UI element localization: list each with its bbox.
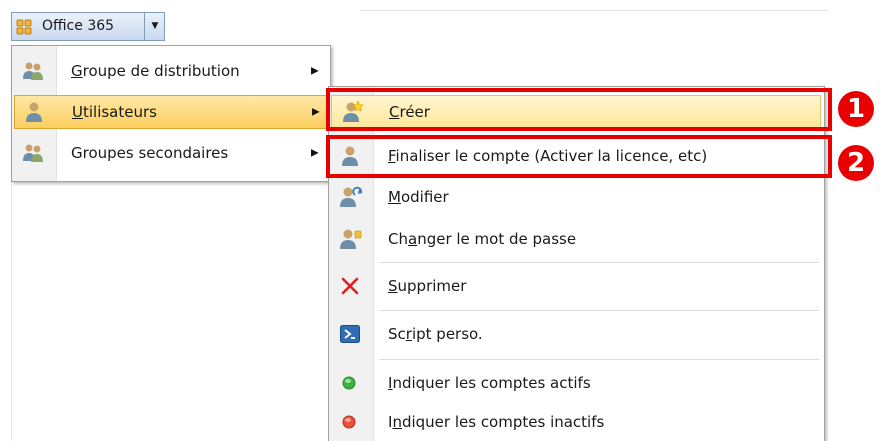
user-icon [342, 146, 358, 166]
menu-item-indiquer-comptes-actifs[interactable]: Indiquer les comptes actifs [331, 366, 821, 400]
menu-item-groupe-de-distribution[interactable]: Groupe de distribution ▶ [14, 54, 328, 88]
utilisateurs-submenu: Créer Finaliser le compte (Activer la li… [328, 86, 825, 441]
annotation-badge-2: 2 [838, 145, 874, 181]
group-users-icon [23, 62, 43, 80]
menu-item-label: Supprimer [388, 277, 467, 295]
delete-x-icon [341, 277, 359, 295]
menu-item-groupes-secondaires[interactable]: Groupes secondaires ▶ [14, 136, 328, 170]
chevron-down-icon[interactable]: ▼ [147, 19, 163, 34]
chevron-right-icon: ▶ [311, 65, 319, 77]
menu-separator [379, 310, 819, 311]
menu-item-modifier[interactable]: Modifier [331, 180, 821, 214]
menu-item-utilisateurs[interactable]: Utilisateurs ▶ [14, 95, 328, 129]
menu-separator [379, 359, 819, 360]
menu-item-script-perso[interactable]: Script perso. [331, 317, 821, 351]
menu-item-changer-le-mot-de-passe[interactable]: Changer le mot de passe [331, 222, 821, 256]
user-edit-icon [340, 186, 363, 207]
annotation-badge-1: 1 [838, 91, 874, 127]
powershell-script-icon [340, 325, 360, 343]
window-left-border [11, 180, 12, 441]
menu-item-label: Modifier [388, 188, 449, 206]
menu-item-supprimer[interactable]: Supprimer [331, 269, 821, 303]
red-dot-icon [342, 415, 356, 429]
user-new-icon [343, 100, 364, 122]
menu-item-label: Groupe de distribution [71, 62, 240, 80]
menu-item-indiquer-comptes-inactifs[interactable]: Indiquer les comptes inactifs [331, 405, 821, 439]
user-icon [26, 102, 42, 122]
menu-item-label: Changer le mot de passe [388, 230, 577, 248]
user-key-icon [340, 229, 362, 249]
office365-dropdown-button[interactable]: Office 365 ▼ [11, 12, 165, 41]
menu-item-label: Finaliser le compte (Activer la licence,… [388, 147, 708, 165]
menu-item-finaliser-le-compte[interactable]: Finaliser le compte (Activer la licence,… [331, 139, 821, 173]
menu-item-label: Groupes secondaires [71, 144, 229, 162]
office365-label: Office 365 [42, 18, 115, 34]
split-separator [144, 13, 145, 40]
chevron-right-icon: ▶ [312, 106, 320, 118]
menu-item-label: Créer [389, 103, 430, 121]
menu-item-creer[interactable]: Créer [331, 95, 821, 129]
menu-item-label: Script perso. [388, 325, 483, 343]
menu-item-label: Utilisateurs [72, 103, 157, 121]
group-users-icon [23, 144, 43, 162]
chevron-right-icon: ▶ [311, 147, 319, 159]
menu-separator [379, 262, 819, 263]
menu-item-label: Indiquer les comptes inactifs [388, 413, 605, 431]
green-dot-icon [342, 376, 356, 390]
menu-item-label: Indiquer les comptes actifs [388, 374, 591, 392]
office365-group-icon [16, 19, 32, 35]
window-top-border [360, 10, 828, 11]
office365-menu: Groupe de distribution ▶ Utilisateurs ▶ … [11, 45, 331, 182]
